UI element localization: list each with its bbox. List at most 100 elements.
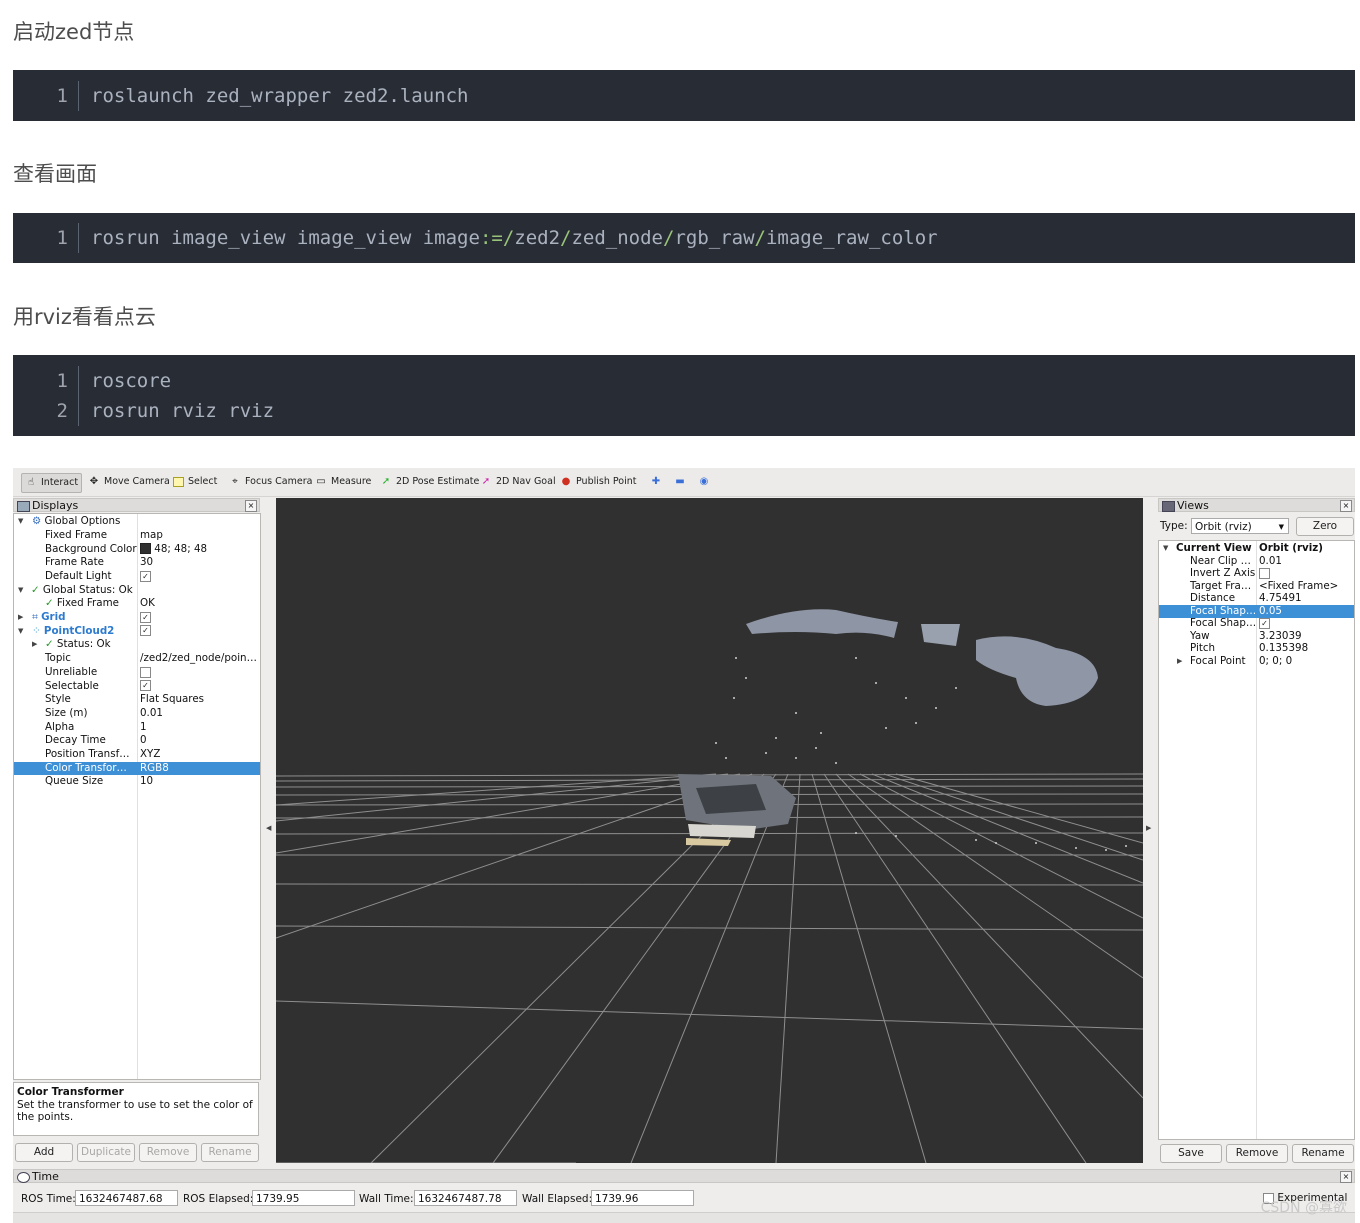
check-icon: ✓ <box>45 597 54 609</box>
checkbox[interactable]: ✓ <box>140 611 151 623</box>
view-type-select[interactable]: Orbit (rviz) ▼ <box>1191 518 1289 534</box>
map-pin-icon: ● <box>561 476 571 487</box>
tree-row[interactable]: Position Transf… XYZ <box>14 748 260 762</box>
code-block-2: 1 rosrun image_view image_view image:=/ze… <box>13 213 1355 263</box>
monitor-icon <box>17 501 30 512</box>
select-tool[interactable]: Select <box>170 473 220 491</box>
checkbox[interactable]: ✓ <box>140 680 151 691</box>
time-panel-title: Time × <box>13 1169 1355 1183</box>
tree-row[interactable]: Topic/zed2/zed_node/poin… <box>14 652 260 666</box>
tree-row[interactable]: Default Light ✓ <box>14 570 260 584</box>
tree-row[interactable]: ▼ ✓ Global Status: Ok <box>14 584 260 598</box>
tool-properties-button[interactable]: ◉ <box>695 473 713 491</box>
code-line: rosrun rviz rviz <box>91 400 275 422</box>
duplicate-button[interactable]: Duplicate <box>77 1143 135 1162</box>
tree-row[interactable]: Selectable ✓ <box>14 680 260 694</box>
tree-row[interactable]: ▼ ⚙ Global Options <box>14 515 260 529</box>
section-heading-3: 用rviz看看点云 <box>13 305 156 329</box>
displays-tree: ▼ ⚙ Global Options Fixed Frame map Backgro… <box>13 513 261 1080</box>
tree-row-selected[interactable]: Color Transfor… RGB8 <box>14 761 260 776</box>
collapse-right-icon[interactable]: ▶ <box>1146 824 1151 832</box>
publish-point-tool[interactable]: ● Publish Point <box>557 473 639 491</box>
chevron-down-icon: ▼ <box>1278 523 1284 531</box>
code-line: roslaunch zed_wrapper zed2.launch <box>91 85 469 107</box>
wall-time-label: Wall Time: <box>359 1193 414 1205</box>
tree-row[interactable]: ▶ Focal Point 0; 0; 0 <box>1159 655 1354 669</box>
tree-row[interactable]: Frame Rate 30 <box>14 556 260 570</box>
move-camera-tool[interactable]: ✥ Move Camera <box>85 473 173 491</box>
checkbox[interactable]: ✓ <box>140 625 151 636</box>
ros-time-label: ROS Time: <box>21 1193 76 1205</box>
tree-row[interactable]: Size (m) 0.01 <box>14 707 260 721</box>
ros-time-field[interactable]: 1632467487.68 <box>75 1190 178 1206</box>
views-tree: ▼ Current View Orbit (rviz) Near Clip … 0.0… <box>1158 540 1355 1140</box>
wall-elapsed-field[interactable]: 1739.96 <box>591 1190 694 1206</box>
ruler-icon: ▭ <box>316 476 326 487</box>
code-line: roscore <box>91 370 172 392</box>
code-line: rosrun image_view image_view image:=/zed… <box>91 227 938 249</box>
tree-row[interactable]: Background Color 48; 48; 48 <box>14 543 260 557</box>
ros-elapsed-label: ROS Elapsed: <box>183 1193 254 1205</box>
camera-icon <box>1162 501 1175 512</box>
add-button[interactable]: Add <box>15 1143 73 1162</box>
section-heading-1: 启动zed节点 <box>13 20 135 44</box>
checkbox[interactable] <box>140 666 151 678</box>
ros-elapsed-field[interactable]: 1739.95 <box>252 1190 355 1206</box>
section-heading-2: 查看画面 <box>13 162 97 186</box>
hand-icon: ☝ <box>27 477 35 488</box>
render-viewport[interactable] <box>276 498 1143 1163</box>
collapse-left-icon[interactable]: ◀ <box>266 824 271 832</box>
displays-panel-title: Displays × <box>13 498 260 512</box>
tree-row[interactable]: Style Flat Squares <box>14 693 260 707</box>
plus-icon: ✚ <box>651 476 661 487</box>
close-icon[interactable]: × <box>1340 1171 1352 1183</box>
zero-button[interactable]: Zero <box>1296 517 1354 536</box>
grid-render <box>276 609 1143 1163</box>
tree-row[interactable]: Unreliable <box>14 666 260 680</box>
tree-row[interactable]: Alpha 1 <box>14 721 260 735</box>
status-bar <box>13 1212 1355 1223</box>
tree-row[interactable]: Queue Size 10 <box>14 775 260 789</box>
check-icon: ✓ <box>31 583 40 596</box>
save-view-button[interactable]: Save <box>1160 1144 1222 1163</box>
close-icon[interactable]: × <box>1340 500 1352 512</box>
move-camera-icon: ✥ <box>89 476 99 487</box>
eye-icon: ◉ <box>699 476 709 487</box>
code-block-3: 1 roscore 2 rosrun rviz rviz <box>13 355 1355 436</box>
wall-time-field[interactable]: 1632467487.78 <box>414 1190 517 1206</box>
checkbox[interactable] <box>1259 567 1270 579</box>
select-icon <box>173 477 184 487</box>
tree-row[interactable]: ✓ Fixed Frame OK <box>14 597 260 611</box>
checkbox[interactable]: ✓ <box>1259 617 1270 629</box>
tree-row[interactable]: ▶ ✓ Status: Ok <box>14 638 260 652</box>
interact-tool[interactable]: ☝ Interact <box>21 473 83 493</box>
focus-camera-tool[interactable]: ⌖ Focus Camera <box>226 473 315 491</box>
close-icon[interactable]: × <box>245 500 257 512</box>
check-icon: ✓ <box>45 638 54 650</box>
remove-button[interactable]: Remove <box>139 1143 197 1162</box>
clock-icon <box>17 1172 30 1183</box>
focus-camera-icon: ⌖ <box>232 476 238 487</box>
pink-arrow-icon: ➚ <box>481 476 491 487</box>
tree-row[interactable]: ▶ ⌗ Grid ✓ <box>14 611 260 625</box>
tree-row[interactable]: Fixed Frame map <box>14 529 260 543</box>
measure-tool[interactable]: ▭ Measure <box>312 473 374 491</box>
tree-row[interactable]: ▼ ⁘ PointCloud2 ✓ <box>14 625 260 639</box>
views-panel-title: Views × <box>1158 498 1355 512</box>
rename-view-button[interactable]: Rename <box>1292 1144 1354 1163</box>
checkbox[interactable]: ✓ <box>140 570 151 582</box>
watermark: CSDN @寡欲 <box>1260 1200 1347 1216</box>
add-tool-button[interactable]: ✚ <box>647 473 665 491</box>
nav-goal-tool[interactable]: ➚ 2D Nav Goal <box>477 473 559 491</box>
line-number: 2 <box>13 396 79 426</box>
help-text: Set the transformer to use to set the co… <box>17 1098 253 1124</box>
remove-tool-button[interactable]: ▬ <box>671 473 689 491</box>
rename-button[interactable]: Rename <box>201 1143 259 1162</box>
line-number: 1 <box>13 223 79 253</box>
tree-row[interactable]: Decay Time 0 <box>14 734 260 748</box>
type-label: Type: <box>1160 520 1188 532</box>
line-number: 1 <box>13 366 79 396</box>
remove-view-button[interactable]: Remove <box>1226 1144 1288 1163</box>
pose-estimate-tool[interactable]: ➚ 2D Pose Estimate <box>377 473 482 491</box>
color-swatch <box>140 543 151 554</box>
